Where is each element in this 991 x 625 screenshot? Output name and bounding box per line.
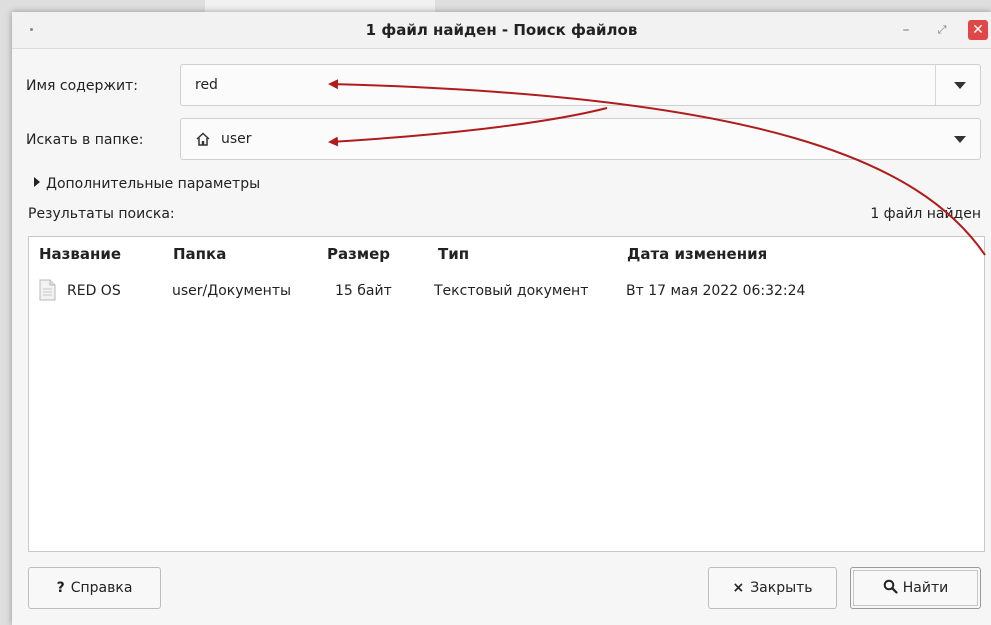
combo-separator [935,65,936,105]
name-contains-label: Имя содержит: [26,78,138,94]
results-list[interactable]: Название Папка Размер Тип Дата изменения… [28,236,985,552]
result-size: 15 байт [335,283,392,299]
help-button[interactable]: ? Справка [28,567,161,609]
search-results-label: Результаты поиска: [28,206,175,222]
column-header-modified[interactable]: Дата изменения [627,245,767,263]
window-title: 1 файл найден - Поиск файлов [365,21,638,39]
home-icon [196,132,210,146]
column-header-type[interactable]: Тип [438,245,469,263]
search-files-dialog: 1 файл найден - Поиск файлов – ⤢ ✕ Имя с… [12,12,991,625]
search-folder-value: user [221,131,252,147]
maximize-button[interactable]: ⤢ [932,20,952,40]
extra-options-label: Дополнительные параметры [46,176,261,192]
minimize-button[interactable]: – [896,20,916,40]
results-count: 1 файл найден [870,206,981,222]
help-button-label: Справка [70,580,133,596]
search-folder-label: Искать в папке: [26,132,144,148]
chevron-down-icon[interactable] [954,136,966,143]
find-button[interactable]: Найти [850,567,981,609]
column-header-folder[interactable]: Папка [173,245,226,263]
result-folder: user/Документы [172,283,292,299]
find-button-label: Найти [902,580,949,596]
expander-arrow-icon [34,177,40,187]
name-contains-combo[interactable]: red [180,64,981,106]
name-contains-input[interactable]: red [195,65,218,105]
column-header-size[interactable]: Размер [327,245,390,263]
result-name[interactable]: RED OS [67,283,121,299]
search-folder-combo[interactable]: user [180,118,981,160]
result-type: Текстовый документ [434,283,589,299]
text-file-icon [39,279,56,301]
column-header-name[interactable]: Название [39,245,121,263]
close-button-label: Закрыть [750,580,813,596]
title-bar: 1 файл найден - Поиск файлов – ⤢ ✕ [12,12,991,49]
close-icon: × [732,580,745,596]
close-button[interactable]: × Закрыть [708,567,837,609]
search-icon [883,579,898,594]
result-modified: Вт 17 мая 2022 06:32:24 [626,283,806,299]
help-icon: ? [56,580,65,596]
close-window-button[interactable]: ✕ [968,20,988,40]
chevron-down-icon[interactable] [954,82,966,89]
extra-options-expander[interactable]: Дополнительные параметры [34,176,260,192]
